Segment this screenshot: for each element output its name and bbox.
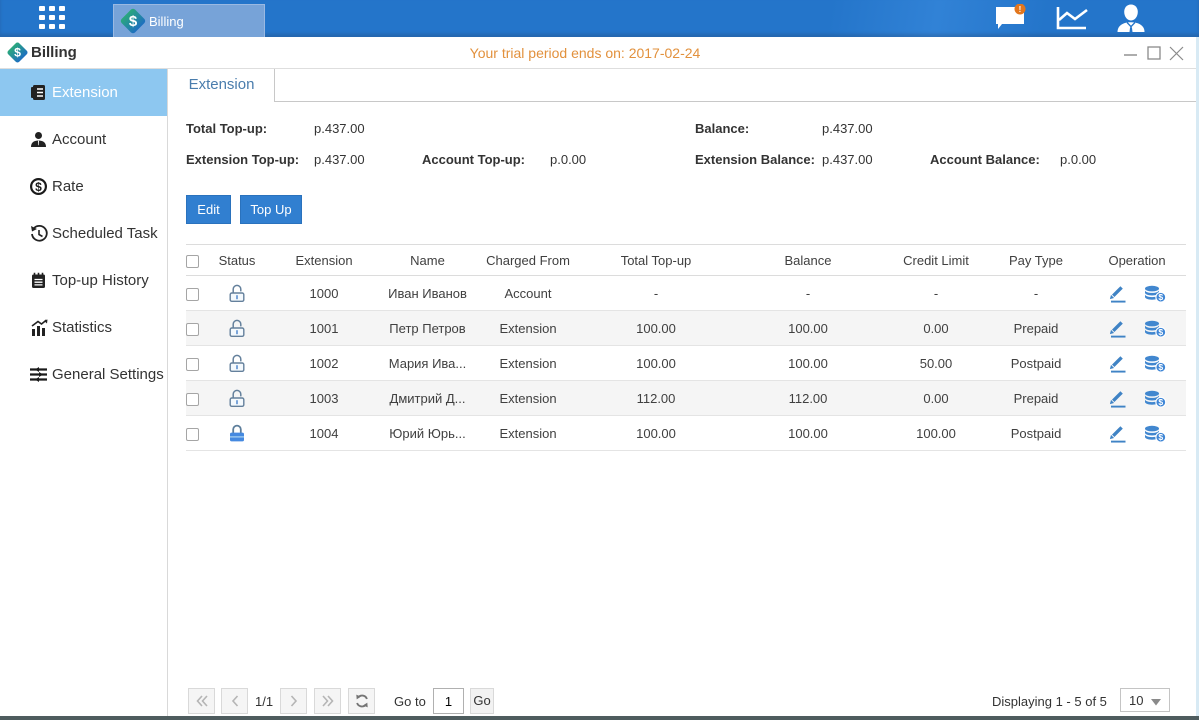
svg-text:$: $: [1158, 432, 1163, 442]
svg-text:$: $: [35, 180, 42, 194]
svg-text:$: $: [129, 13, 138, 30]
svg-text:$: $: [1158, 292, 1163, 302]
svg-text:!: !: [1019, 5, 1022, 14]
svg-text:$: $: [1158, 327, 1163, 337]
svg-text:$: $: [1158, 397, 1163, 407]
svg-text:$: $: [1158, 362, 1163, 372]
